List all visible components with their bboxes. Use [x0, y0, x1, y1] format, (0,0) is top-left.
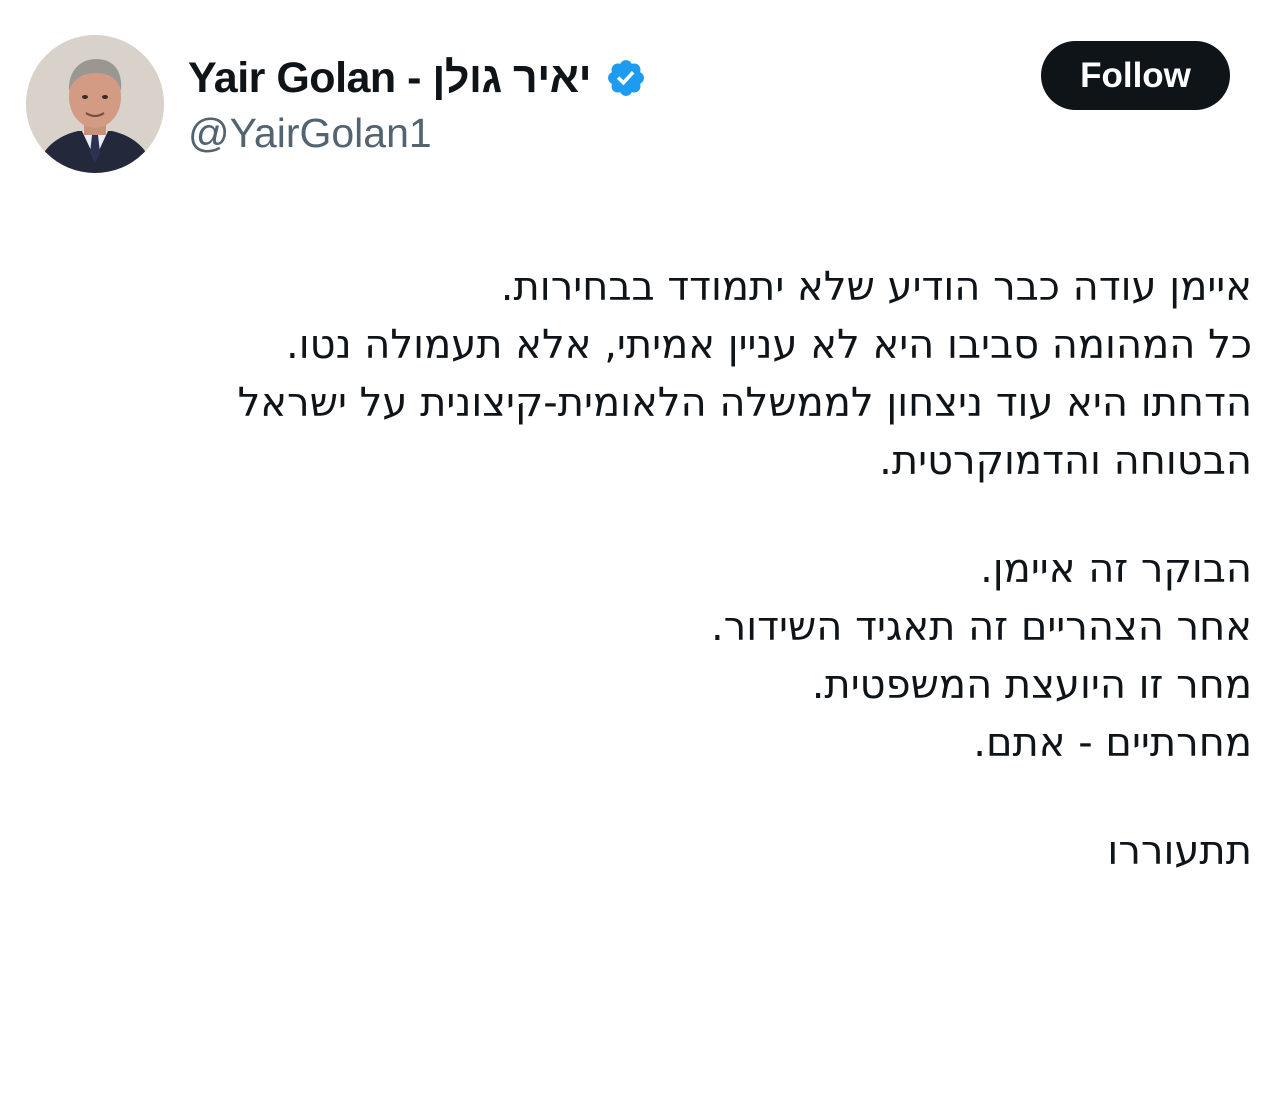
user-handle[interactable]: @YairGolan1 — [188, 110, 432, 157]
avatar[interactable] — [26, 35, 164, 173]
tweet-line: כל המהומה סביבו היא לא עניין אמיתי, אלא … — [286, 322, 1252, 368]
tweet-line: איימן עודה כבר הודיע שלא יתמודד בבחירות. — [500, 264, 1252, 310]
tweet-line: הבוקר זה איימן. — [980, 546, 1252, 592]
tweet-closing-line: תתעוררו — [1107, 828, 1252, 874]
follow-button[interactable]: Follow — [1041, 41, 1230, 110]
display-name-row[interactable]: Yair Golan - יאיר גולן — [188, 50, 647, 106]
tweet-text: איימן עודה כבר הודיע שלא יתמודד בבחירות.… — [62, 258, 1252, 880]
tweet-line: מחר זו היועצת המשפטית. — [811, 662, 1252, 708]
profile-photo-icon — [26, 35, 164, 173]
tweet-line: אחר הצהריים זה תאגיד השידור. — [710, 604, 1252, 650]
tweet-line: מחרתיים - אתם. — [973, 720, 1252, 766]
tweet-line: הדחתו היא עוד ניצחון לממשלה הלאומית-קיצו… — [237, 380, 1252, 426]
verified-badge-icon — [605, 57, 647, 99]
display-name[interactable]: Yair Golan - יאיר גולן — [188, 54, 592, 103]
tweet-line: הבטוחה והדמוקרטית. — [879, 438, 1252, 484]
